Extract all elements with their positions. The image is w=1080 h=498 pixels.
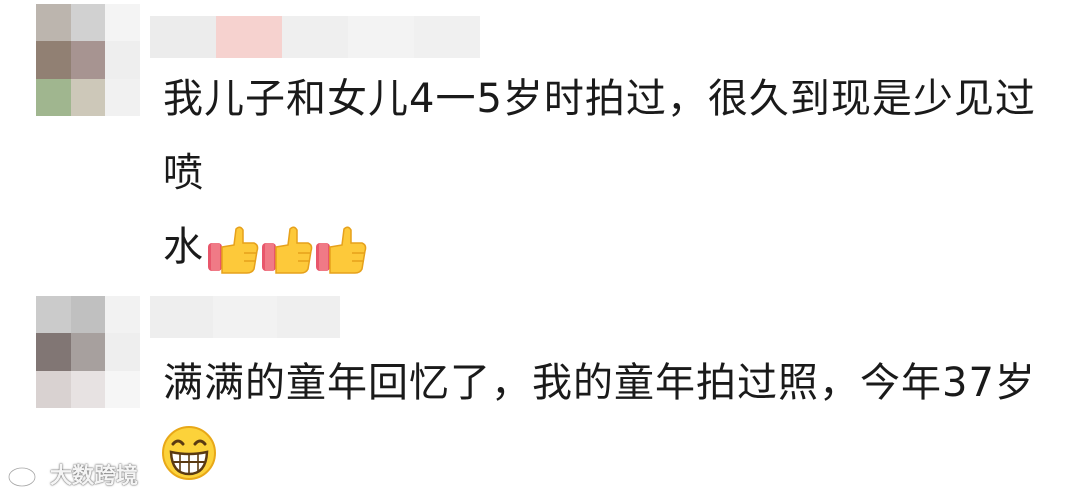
username-mosaic-cell	[414, 16, 480, 58]
avatar-mosaic-cell	[36, 333, 71, 371]
thumbs-up-icon	[314, 223, 368, 275]
comment-text-line: 水	[163, 224, 204, 270]
username-mosaic-cell	[150, 296, 214, 338]
username-mosaic-cell	[150, 16, 216, 58]
emoji-group	[206, 223, 368, 275]
watermark: 大数跨境	[6, 458, 138, 490]
avatar[interactable]	[36, 296, 140, 408]
avatar-mosaic-cell	[70, 296, 106, 334]
username-mosaic-cell	[216, 16, 282, 58]
avatar-mosaic-cell	[70, 370, 106, 408]
comment-text: 满满的童年回忆了，我的童年拍过照，今年37岁了	[163, 346, 1040, 494]
comment-item: 我儿子和女儿4一5岁时拍过，很久到现是少见过喷水	[0, 0, 1080, 274]
grinning-face-icon	[160, 424, 218, 482]
avatar-mosaic-cell	[105, 41, 140, 79]
username-blurred[interactable]	[150, 16, 480, 58]
avatar-mosaic-cell	[105, 370, 140, 408]
comment-item: 满满的童年回忆了，我的童年拍过照，今年37岁了	[0, 290, 1080, 498]
avatar-mosaic-cell	[36, 4, 71, 42]
avatar-mosaic-cell	[70, 41, 106, 79]
avatar-mosaic-cell	[105, 78, 140, 116]
username-mosaic-cell	[282, 16, 348, 58]
username-mosaic-cell	[276, 296, 340, 338]
comment-text-line: 满满的童年回忆了，我的童年拍过照，今年37岁了	[163, 360, 1036, 480]
avatar-mosaic-cell	[70, 78, 106, 116]
comment-text: 我儿子和女儿4一5岁时拍过，很久到现是少见过喷水	[163, 62, 1040, 284]
avatar-mosaic-cell	[36, 41, 71, 79]
comment-list: 我儿子和女儿4一5岁时拍过，很久到现是少见过喷水 满满的童年回忆了，我的童年拍过…	[0, 0, 1080, 498]
comment-text-line: 我儿子和女儿4一5岁时拍过，很久到现是少见过喷	[163, 76, 1036, 196]
avatar-mosaic-cell	[105, 4, 140, 42]
avatar-mosaic-cell	[105, 296, 140, 334]
avatar[interactable]	[36, 4, 140, 116]
username-blurred[interactable]	[150, 296, 340, 338]
thumbs-up-icon	[206, 223, 260, 275]
weibo-logo-icon	[6, 459, 46, 489]
username-mosaic-cell	[348, 16, 414, 58]
avatar-mosaic-cell	[36, 78, 71, 116]
thumbs-up-icon	[260, 223, 314, 275]
avatar-mosaic-cell	[70, 333, 106, 371]
username-mosaic-cell	[213, 296, 277, 338]
avatar-mosaic-cell	[36, 296, 71, 334]
avatar-mosaic-cell	[105, 333, 140, 371]
avatar-mosaic-cell	[70, 4, 106, 42]
watermark-text: 大数跨境	[50, 464, 139, 489]
avatar-mosaic-cell	[36, 370, 71, 408]
